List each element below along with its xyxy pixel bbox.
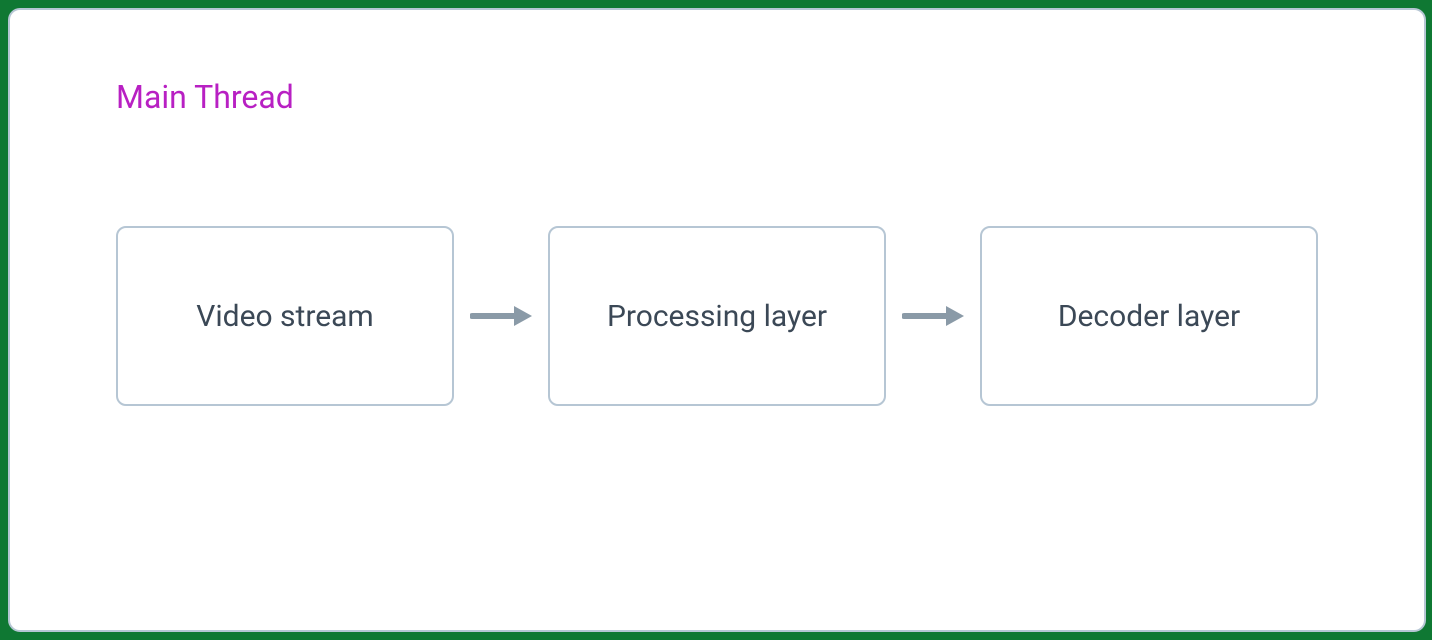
- arrow-right-icon: [454, 304, 548, 328]
- main-thread-panel: Main Thread Video stream Processing laye…: [8, 8, 1426, 632]
- pipeline-flow: Video stream Processing layer Decoder la…: [116, 226, 1318, 406]
- arrow-right-icon: [886, 304, 980, 328]
- node-label: Processing layer: [607, 299, 827, 334]
- node-processing-layer: Processing layer: [548, 226, 886, 406]
- node-video-stream: Video stream: [116, 226, 454, 406]
- panel-title: Main Thread: [116, 78, 1318, 116]
- node-label: Video stream: [196, 299, 374, 334]
- node-label: Decoder layer: [1058, 299, 1240, 334]
- node-decoder-layer: Decoder layer: [980, 226, 1318, 406]
